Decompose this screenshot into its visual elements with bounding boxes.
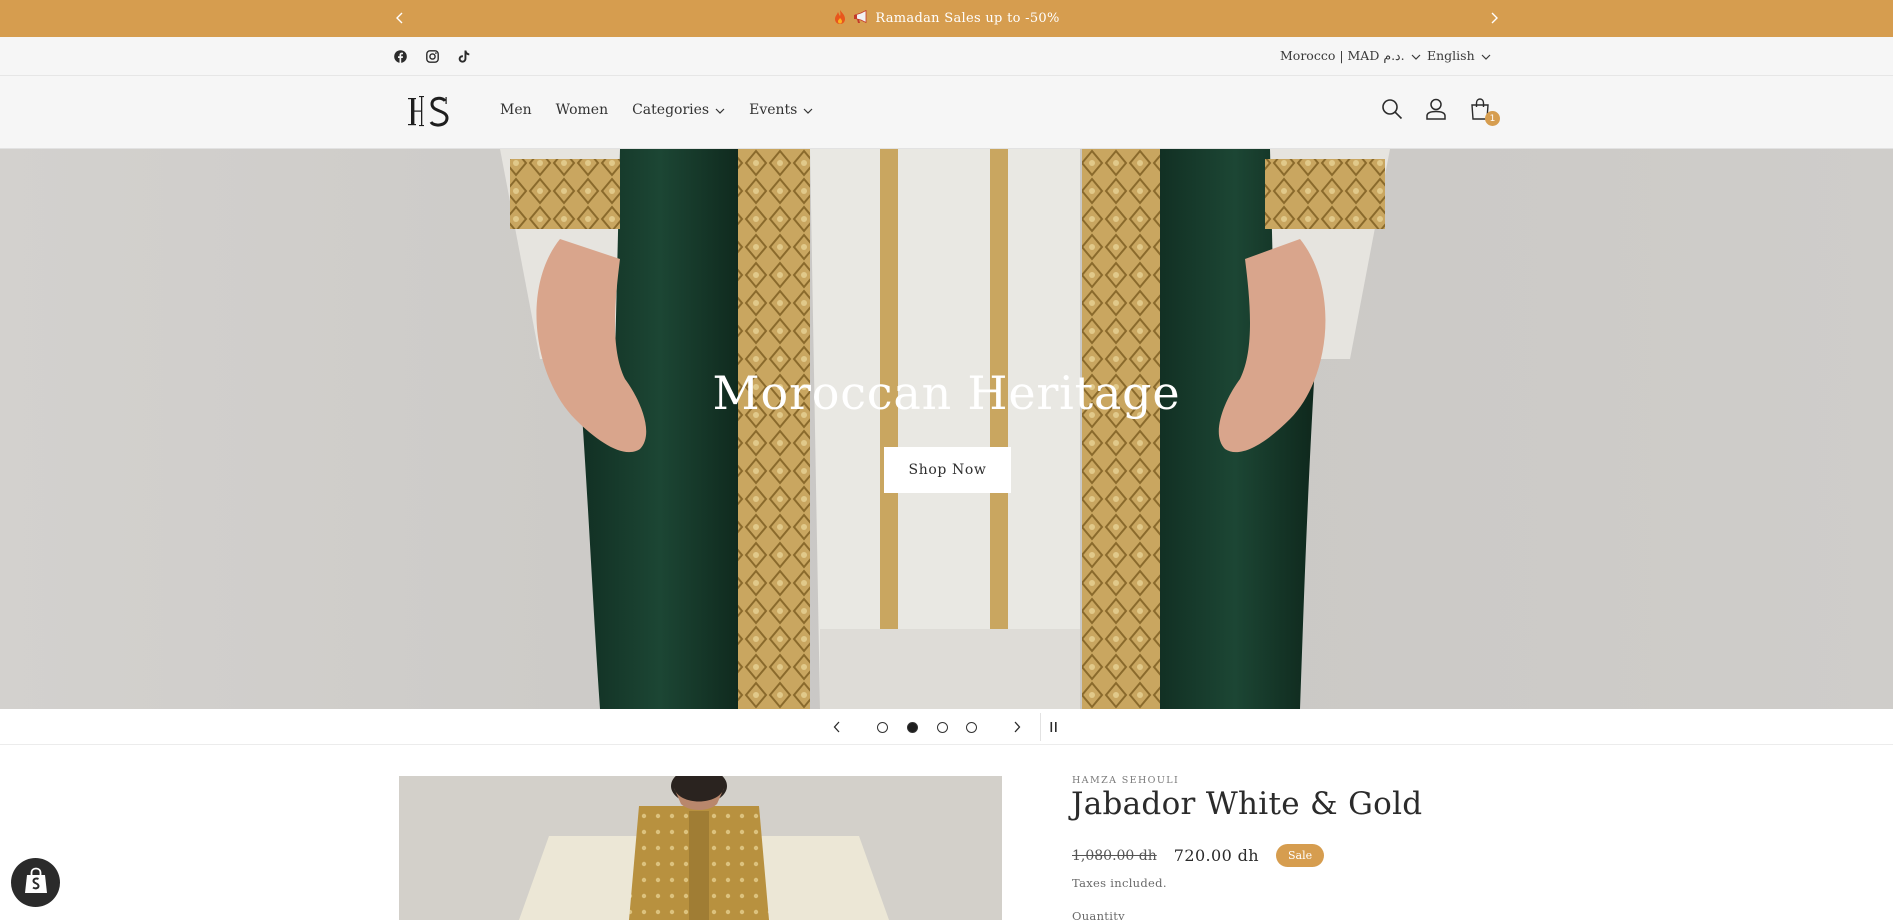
- nav-item-categories[interactable]: Categories: [632, 102, 725, 118]
- tiktok-icon[interactable]: [456, 48, 472, 64]
- announcement-prev-button[interactable]: [390, 8, 410, 28]
- divider: [1040, 713, 1041, 741]
- shop-now-button[interactable]: Shop Now: [884, 447, 1011, 493]
- language-label: English: [1427, 48, 1475, 63]
- product-image[interactable]: [399, 776, 1002, 920]
- slide-dot-3[interactable]: [937, 722, 948, 733]
- chevron-down-icon: [1481, 48, 1491, 63]
- slide-dot-1[interactable]: [877, 722, 888, 733]
- slide-prev-button[interactable]: [828, 718, 846, 736]
- announcement-next-button[interactable]: [1484, 8, 1504, 28]
- hero-title: Moroccan Heritage: [712, 366, 1181, 420]
- cart-count-badge: 1: [1485, 111, 1500, 126]
- account-icon: [1426, 98, 1446, 124]
- country-selector[interactable]: Morocco | MAD د.م.: [1280, 48, 1421, 63]
- quantity-label: Quantity: [1072, 909, 1125, 920]
- logo[interactable]: [408, 92, 454, 132]
- announcement-text: Ramadan Sales up to -50%: [875, 11, 1060, 26]
- shop-app-button[interactable]: [11, 858, 60, 907]
- account-button[interactable]: [1424, 98, 1448, 124]
- nav-item-label: Men: [500, 102, 532, 118]
- search-button[interactable]: [1380, 98, 1404, 124]
- slide-next-button[interactable]: [1008, 718, 1026, 736]
- chevron-down-icon: [803, 102, 813, 118]
- nav-item-label: Categories: [632, 102, 710, 118]
- utility-bar: Morocco | MAD د.م. English: [0, 37, 1893, 76]
- announcement-message[interactable]: Ramadan Sales up to -50%: [833, 9, 1059, 29]
- product-price: 1,080.00 dh 720.00 dh Sale: [1072, 844, 1325, 867]
- instagram-icon[interactable]: [424, 48, 440, 64]
- cart-button[interactable]: 1: [1468, 98, 1500, 126]
- search-icon: [1381, 98, 1403, 124]
- sale-badge: Sale: [1276, 844, 1325, 867]
- taxes-note: Taxes included.: [1072, 876, 1167, 890]
- nav-item-men[interactable]: Men: [500, 102, 532, 118]
- chevron-down-icon: [1411, 48, 1421, 63]
- megaphone-icon: [853, 9, 869, 28]
- compare-at-price: 1,080.00 dh: [1072, 847, 1157, 864]
- product-title: Jabador White & Gold: [1071, 786, 1423, 822]
- fire-icon: [833, 9, 847, 29]
- sale-price: 720.00 dh: [1173, 846, 1259, 865]
- header-actions: 1: [1380, 98, 1500, 126]
- chevron-down-icon: [715, 102, 725, 118]
- main-nav: Men Women Categories Events: [500, 102, 813, 118]
- product-vendor: HAMZA SEHOULI: [1072, 775, 1180, 786]
- nav-item-events[interactable]: Events: [749, 102, 813, 118]
- slide-dot-4[interactable]: [966, 722, 977, 733]
- announcement-bar: Ramadan Sales up to -50%: [0, 0, 1893, 37]
- nav-item-women[interactable]: Women: [556, 102, 608, 118]
- slideshow-pause-button[interactable]: [1045, 718, 1063, 736]
- site-header: Men Women Categories Events 1: [0, 76, 1893, 149]
- hero-image: [0, 149, 1893, 709]
- language-selector[interactable]: English: [1427, 48, 1491, 63]
- country-label: Morocco | MAD د.م.: [1280, 48, 1405, 63]
- slide-dot-2[interactable]: [907, 722, 918, 733]
- slider-controls: [0, 709, 1893, 745]
- pause-icon: [1050, 722, 1057, 732]
- facebook-icon[interactable]: [392, 48, 408, 64]
- nav-item-label: Women: [555, 102, 609, 118]
- shopping-bag-icon: [23, 867, 49, 899]
- social-links: [392, 48, 472, 64]
- hero-slideshow: Moroccan Heritage Shop Now: [0, 149, 1893, 709]
- nav-item-label: Events: [749, 102, 798, 118]
